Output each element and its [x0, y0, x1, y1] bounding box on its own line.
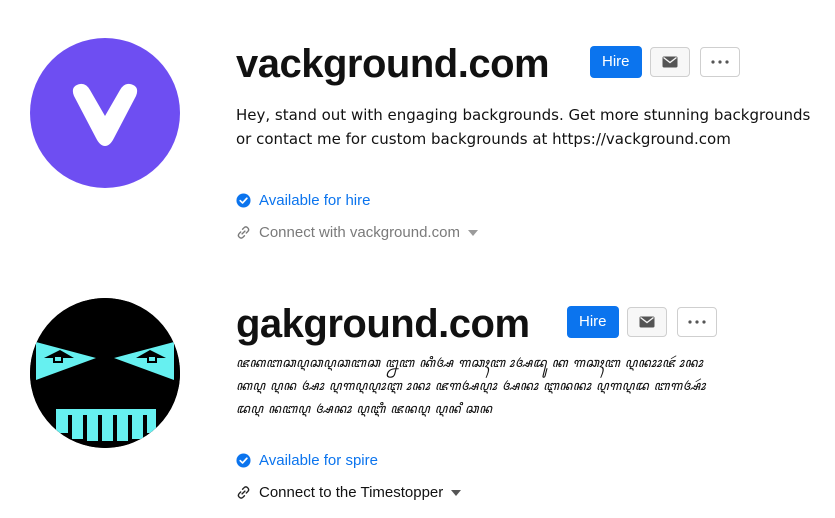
caret-down-icon[interactable]	[451, 489, 462, 496]
hire-button[interactable]: Hire	[567, 306, 619, 338]
grinning-face-icon	[30, 298, 180, 448]
link-icon	[237, 486, 250, 499]
mail-icon	[639, 316, 655, 328]
profile-card-vackground: vackground.com Hire Hey, stand out with …	[0, 0, 835, 260]
profile-bio: ꦗꦏꦧꦕꦉꦕꦉꦕꦧꦕ ꦊꦧ ꦏꦶꦄ ꦒꦕꦃꦧ ꦴꦄꦢꦸ ꦏ ꦒꦕꦃꦧ ꦉꦤꦴꦴꦗ…	[236, 356, 706, 417]
avatar[interactable]	[30, 298, 180, 448]
profile-card-gakground: gakground.com Hire ꦗꦏꦧꦕꦉꦕꦉꦕꦧꦕ ꦊꦧ ꦏꦶꦄ ꦒꦕꦃ…	[0, 260, 835, 518]
caret-down-icon[interactable]	[467, 229, 478, 236]
connect-dropdown[interactable]: Connect to the Timestopper	[236, 484, 462, 501]
profile-bio: Hey, stand out with engaging backgrounds…	[236, 106, 811, 148]
connect-label[interactable]: Connect to the Timestopper	[259, 484, 443, 501]
connect-dropdown[interactable]: Connect with vackground.com	[236, 224, 478, 241]
message-button[interactable]	[650, 47, 690, 77]
more-icon	[711, 60, 729, 64]
vackground-logo-icon	[72, 83, 138, 146]
more-icon	[688, 320, 706, 324]
availability-link[interactable]: Available for hire	[259, 192, 370, 209]
mail-icon	[662, 56, 678, 68]
hire-button[interactable]: Hire	[590, 46, 642, 78]
check-circle-icon	[236, 193, 251, 208]
availability-link[interactable]: Available for spire	[259, 452, 378, 469]
availability-status: Available for hire	[236, 192, 370, 209]
message-button[interactable]	[627, 307, 667, 337]
profile-name[interactable]: gakground.com	[236, 300, 530, 348]
availability-status: Available for spire	[236, 452, 378, 469]
check-circle-icon	[236, 453, 251, 468]
more-options-button[interactable]	[677, 307, 717, 337]
link-icon	[237, 226, 250, 239]
profile-name[interactable]: vackground.com	[236, 40, 550, 88]
connect-label[interactable]: Connect with vackground.com	[259, 224, 460, 241]
more-options-button[interactable]	[700, 47, 740, 77]
avatar[interactable]	[30, 38, 180, 188]
